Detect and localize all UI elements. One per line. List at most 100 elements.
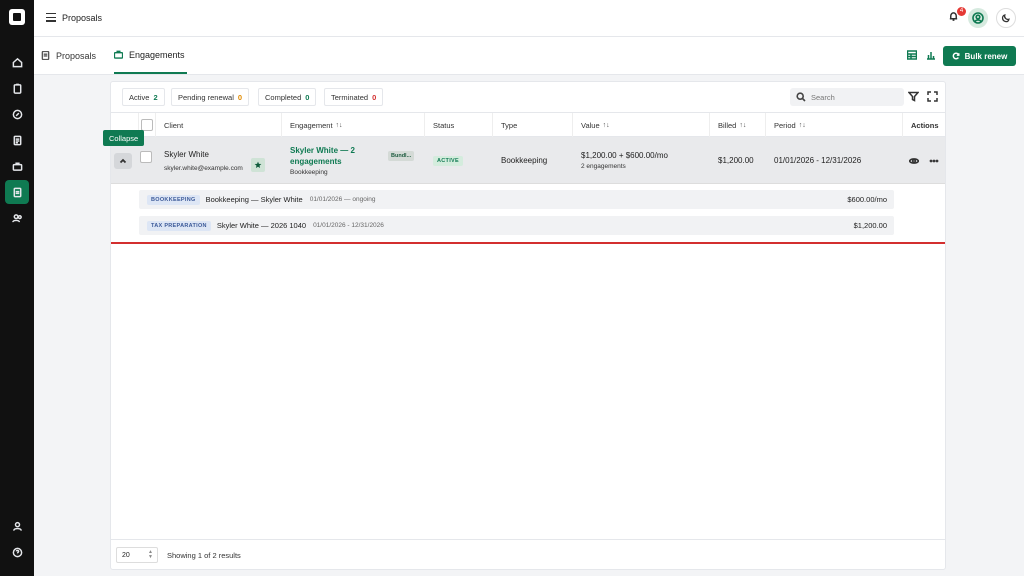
billed-cell: $1,200.00 — [710, 137, 766, 184]
header-value[interactable]: Value ↑↓ — [573, 113, 710, 137]
collapse-row-button[interactable] — [114, 153, 132, 169]
sort-icon: ↑↓ — [798, 121, 806, 129]
header-value-label: Value — [581, 120, 600, 130]
status-badge: ACTIVE — [433, 155, 463, 166]
home-icon[interactable] — [5, 50, 29, 74]
tab-proposals-label: Proposals — [56, 50, 97, 61]
row-checkbox[interactable] — [140, 151, 152, 163]
collapse-tooltip: Collapse — [103, 130, 145, 146]
filter-chip-count: 0 — [305, 92, 310, 102]
chart-view-icon[interactable] — [926, 50, 937, 61]
notification-count-badge: 4 — [957, 7, 966, 16]
filter-chip-count: 0 — [237, 92, 243, 102]
compass-icon[interactable] — [5, 102, 29, 126]
bulk-renew-button[interactable]: Bulk renew — [943, 46, 1016, 66]
engagement-subtitle: Bookkeeping — [290, 169, 328, 176]
header-engagement[interactable]: Engagement ↑↓ — [282, 113, 425, 137]
sub-engagement-dates: 01/01/2026 — ongoing — [309, 196, 376, 203]
status-cell: ACTIVE — [425, 137, 493, 184]
view-eye-icon[interactable] — [908, 156, 920, 166]
engagement-link[interactable]: Skyler White — 2 engagements — [290, 145, 382, 167]
user-avatar[interactable] — [968, 8, 988, 28]
star-icon — [254, 161, 262, 169]
help-icon[interactable] — [5, 540, 29, 564]
search-input[interactable] — [811, 92, 891, 102]
sub-engagement-amount: $600.00/mo — [847, 195, 887, 204]
sub-engagement-dates: 01/01/2026 - 12/31/2026 — [313, 222, 384, 229]
chevron-up-icon — [119, 158, 127, 164]
header-status[interactable]: Status — [425, 113, 493, 137]
header-engagement-label: Engagement — [290, 120, 333, 130]
sub-engagement-title: Bookkeeping — Skyler White — [205, 195, 303, 204]
filter-chip-count: 0 — [372, 92, 377, 102]
users-icon[interactable] — [5, 206, 29, 230]
filter-chip-completed[interactable]: Completed 0 — [258, 88, 317, 106]
fullscreen-icon[interactable] — [927, 91, 938, 102]
tab-engagements-label: Engagements — [129, 49, 185, 60]
sort-icon: ↑↓ — [335, 121, 343, 129]
filter-chip-active[interactable]: Active 2 — [122, 88, 165, 106]
table-row[interactable]: Skyler White skyler.white@example.com Sk… — [111, 137, 945, 184]
tab-bar: Proposals Engagements Bulk renew — [34, 37, 1024, 75]
filter-chip-pending-renewal[interactable]: Pending renewal 0 — [171, 88, 250, 106]
filter-chip-terminated[interactable]: Terminated 0 — [324, 88, 384, 106]
table-view-icon[interactable] — [906, 50, 918, 61]
more-options-icon[interactable] — [929, 156, 939, 166]
header-type-label: Type — [501, 120, 518, 130]
filter-chip-count: 2 — [153, 92, 158, 102]
header-billed[interactable]: Billed ↑↓ — [710, 113, 766, 137]
page-size-value: 20 — [122, 551, 130, 559]
header-period-label: Period — [774, 120, 796, 130]
sub-engagement-amount: $1,200.00 — [853, 221, 887, 230]
refresh-icon — [952, 52, 960, 60]
filter-chip-label: Terminated — [331, 92, 369, 102]
engagements-table-card: Active 2 Pending renewal 0 Completed 0 T… — [103, 81, 946, 570]
sub-engagement-row[interactable]: TAX PREPARATION Skyler White — 2026 1040… — [139, 216, 894, 235]
search-box — [790, 88, 904, 106]
billed-amount: $1,200.00 — [718, 156, 754, 165]
dark-mode-toggle[interactable] — [996, 8, 1016, 28]
header-client-label: Client — [164, 120, 184, 130]
header-type[interactable]: Type — [493, 113, 573, 137]
page-title: Proposals — [62, 13, 103, 23]
period-range: 01/01/2026 - 12/31/2026 — [774, 156, 862, 165]
engagements-nav-icon[interactable] — [5, 180, 29, 204]
table-footer: 20 ▲ ▼ Showing 1 of 2 results — [111, 539, 945, 570]
header-client[interactable]: Client — [156, 113, 282, 137]
page-size-select[interactable]: 20 ▲ ▼ — [116, 547, 158, 563]
header-billed-label: Billed — [718, 120, 737, 130]
sort-icon: ↑↓ — [602, 121, 610, 129]
favorite-star-button[interactable] — [251, 158, 265, 172]
clipboard-icon[interactable] — [5, 76, 29, 100]
top-bar: Proposals 4 — [34, 0, 1024, 37]
header-period[interactable]: Period ↑↓ — [766, 113, 903, 137]
engagement-type-tag: BOOKKEEPING — [147, 194, 200, 205]
bundle-tag: Bundl... — [388, 151, 415, 161]
header-actions: Actions — [903, 113, 945, 137]
app-logo[interactable] — [9, 9, 25, 25]
document-list-icon[interactable] — [5, 128, 29, 152]
value-main: $1,200.00 + $600.00/mo — [581, 151, 668, 160]
value-sub: 2 engagements — [581, 163, 626, 170]
header-actions-label: Actions — [911, 120, 939, 130]
engagement-type: Bookkeeping — [501, 156, 548, 165]
expanded-row-divider — [111, 242, 945, 244]
type-cell: Bookkeeping — [493, 137, 573, 184]
engagement-cell: Skyler White — 2 engagements Bookkeeping — [282, 137, 382, 184]
tab-engagements[interactable]: Engagements — [114, 37, 187, 74]
sort-icon: ↑↓ — [739, 121, 747, 129]
hamburger-menu-icon[interactable] — [46, 13, 56, 23]
briefcase-icon[interactable] — [5, 154, 29, 178]
filter-icon[interactable] — [907, 91, 920, 102]
search-icon — [796, 92, 806, 102]
sub-engagement-row[interactable]: BOOKKEEPING Bookkeeping — Skyler White 0… — [139, 190, 894, 209]
period-cell: 01/01/2026 - 12/31/2026 — [766, 137, 903, 184]
tab-proposals[interactable]: Proposals — [41, 37, 96, 74]
filter-chip-label: Active — [129, 92, 150, 102]
sub-engagement-title: Skyler White — 2026 1040 — [216, 221, 307, 230]
filter-chip-label: Pending renewal — [178, 92, 234, 102]
select-arrows-icon: ▲ ▼ — [148, 549, 153, 560]
profile-icon[interactable] — [5, 514, 29, 538]
table-header: Client Engagement ↑↓ Status Type Value ↑… — [111, 112, 945, 137]
filter-chip-label: Completed — [265, 92, 302, 102]
